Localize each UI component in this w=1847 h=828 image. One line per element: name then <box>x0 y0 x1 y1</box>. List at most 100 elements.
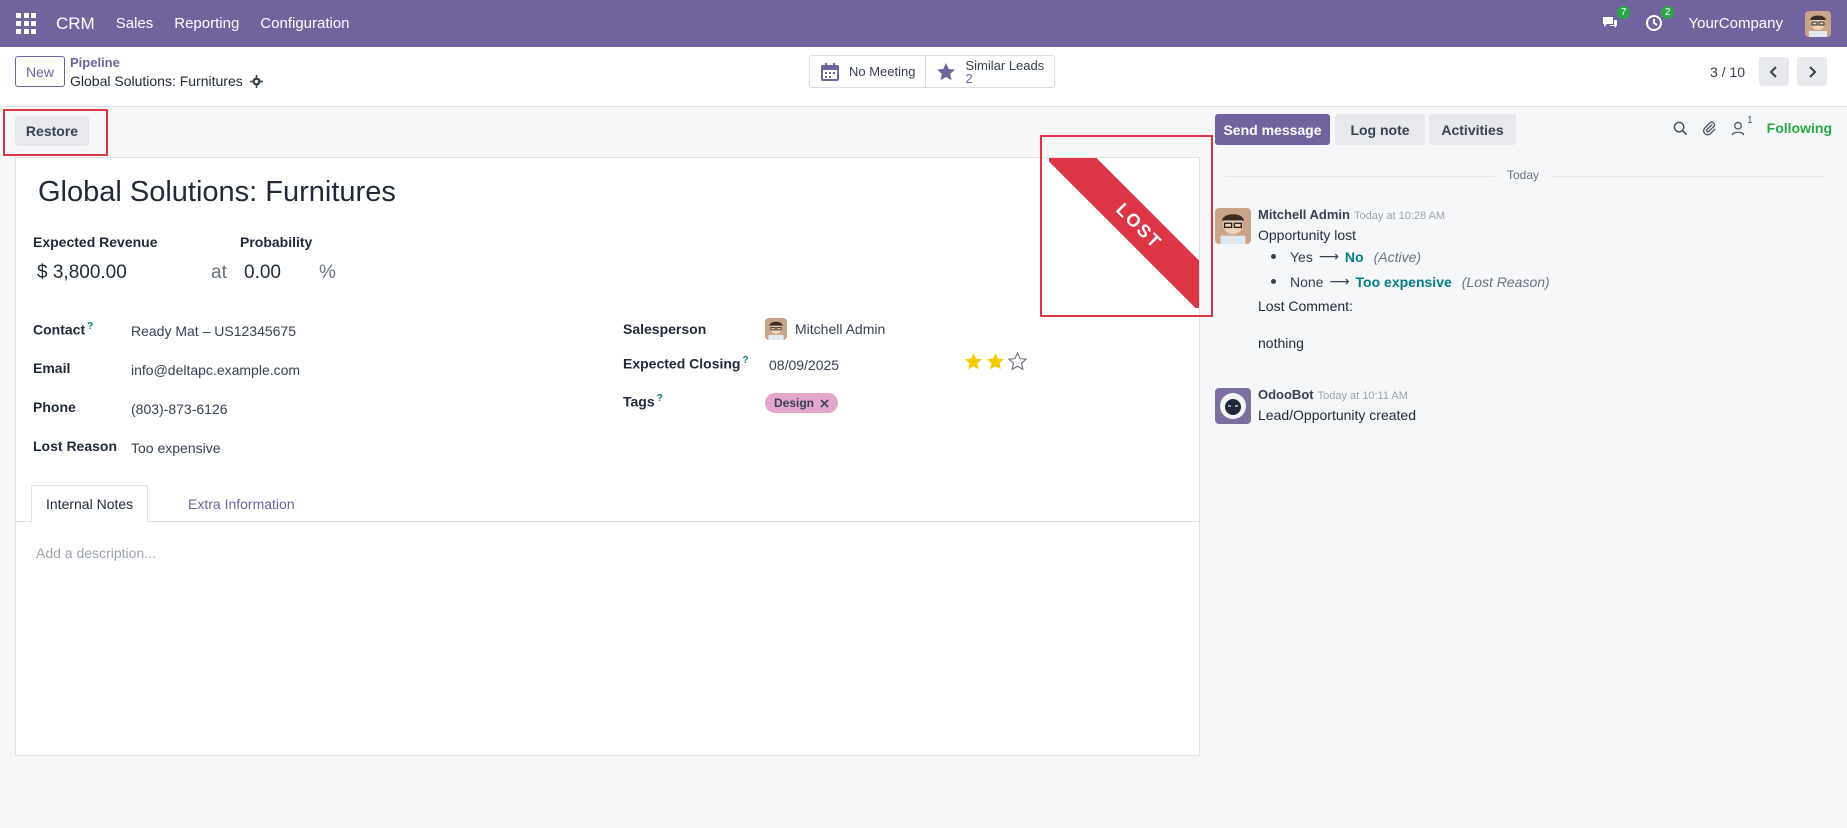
top-navbar: CRM Sales Reporting Configuration 7 2 Yo… <box>0 0 1847 47</box>
followers-count: 1 <box>1747 114 1753 126</box>
date-separator-label: Today <box>1495 168 1552 182</box>
app-name[interactable]: CRM <box>56 14 95 34</box>
probability-field[interactable]: 0.00 <box>244 262 281 284</box>
message-author: OdooBot Today at 10:11 AM <box>1258 387 1408 402</box>
search-icon[interactable] <box>1673 121 1688 136</box>
meeting-smart-button[interactable]: No Meeting <box>810 56 925 87</box>
ribbon-highlight-box <box>1040 135 1213 317</box>
expected-closing-label: Expected Closing? <box>623 355 749 372</box>
phone-label: Phone <box>33 399 76 415</box>
tracking-field: (Lost Reason) <box>1461 273 1550 290</box>
notebook-tabs: Internal Notes Extra Information <box>16 485 1199 523</box>
restore-highlight-box <box>3 109 108 156</box>
tracking-old: None <box>1290 273 1324 290</box>
salesperson-avatar <box>765 318 787 340</box>
activities-badge: 2 <box>1660 5 1675 19</box>
menu-configuration[interactable]: Configuration <box>260 15 349 32</box>
star-outline-icon[interactable] <box>1008 352 1027 371</box>
contact-field[interactable]: Ready Mat – US12345675 <box>131 323 296 339</box>
chevron-right-icon <box>1809 65 1817 78</box>
smart-buttons: No Meeting Similar Leads 2 <box>809 55 1056 88</box>
tab-internal-notes[interactable]: Internal Notes <box>31 485 149 523</box>
tag-label: Design <box>774 396 815 410</box>
lost-reason-field[interactable]: Too expensive <box>131 440 221 456</box>
tracking-field: (Active) <box>1373 248 1422 265</box>
message-body: Lead/Opportunity created <box>1258 407 1416 423</box>
paperclip-icon[interactable] <box>1702 120 1717 136</box>
tab-extra-information[interactable]: Extra Information <box>174 485 309 523</box>
apps-menu-icon[interactable] <box>16 12 38 35</box>
tracking-value-lost-reason: None ⟶ Too expensive (Lost Reason) <box>1271 273 1550 290</box>
menu-sales[interactable]: Sales <box>116 15 154 32</box>
activities-button[interactable]: Activities <box>1429 114 1516 145</box>
company-switcher[interactable]: YourCompany <box>1688 15 1783 32</box>
following-button[interactable]: Following <box>1767 120 1832 136</box>
lost-comment-label: Lost Comment: <box>1258 298 1353 314</box>
breadcrumb-current-label: Global Solutions: Furnitures <box>70 73 243 89</box>
breadcrumb-pipeline[interactable]: Pipeline <box>70 55 120 70</box>
at-label: at <box>211 262 227 283</box>
pager-next-button[interactable] <box>1797 57 1827 86</box>
tags-label: Tags? <box>623 393 663 410</box>
salesperson-label: Salesperson <box>623 321 707 337</box>
arrow-right-icon: ⟶ <box>1329 273 1350 289</box>
star-icon[interactable] <box>986 352 1005 371</box>
salesperson-field[interactable]: Mitchell Admin <box>765 318 885 340</box>
user-icon <box>1731 121 1745 135</box>
message-time: Today at 10:28 AM <box>1353 210 1446 222</box>
chevron-left-icon <box>1769 65 1777 78</box>
breadcrumb-current: Global Solutions: Furnitures <box>70 73 263 89</box>
menu-reporting[interactable]: Reporting <box>174 15 239 32</box>
similar-leads-label: Similar Leads <box>965 57 1045 73</box>
expected-closing-field[interactable]: 08/09/2025 <box>769 357 839 373</box>
chatter-tools: 1 Following <box>1673 115 1832 136</box>
priority-widget <box>964 352 1027 371</box>
author-name[interactable]: Mitchell Admin <box>1258 207 1350 222</box>
pager-value[interactable]: 3 / 10 <box>1710 64 1745 80</box>
log-note-button[interactable]: Log note <box>1335 114 1425 145</box>
description-input[interactable]: Add a description... <box>36 545 156 561</box>
meeting-label: No Meeting <box>849 64 916 79</box>
similar-leads-count: 2 <box>965 70 973 86</box>
tracking-value-active: Yes ⟶ No (Active) <box>1271 248 1421 265</box>
send-message-button[interactable]: Send message <box>1215 114 1330 145</box>
probability-label: Probability <box>240 234 313 250</box>
author-avatar[interactable] <box>1215 208 1251 244</box>
pager: 3 / 10 <box>1710 57 1827 86</box>
contact-label: Contact? <box>33 321 94 338</box>
star-icon[interactable] <box>964 352 983 371</box>
expected-revenue-field[interactable]: $ 3,800.00 <box>37 262 127 284</box>
control-panel: New Pipeline Global Solutions: Furniture… <box>0 47 1847 107</box>
activities-button[interactable]: 2 <box>1644 5 1675 35</box>
close-icon[interactable] <box>820 398 829 408</box>
new-button[interactable]: New <box>15 56 65 87</box>
similar-leads-smart-button[interactable]: Similar Leads 2 <box>925 56 1054 87</box>
gear-icon[interactable] <box>249 74 263 88</box>
lost-comment-text: nothing <box>1258 335 1304 351</box>
tag-chip[interactable]: Design <box>765 393 839 413</box>
messages-button[interactable]: 7 <box>1600 5 1631 35</box>
expected-revenue-label: Expected Revenue <box>33 234 158 250</box>
message-time: Today at 10:11 AM <box>1317 390 1408 402</box>
odoobot-avatar[interactable] <box>1215 388 1251 424</box>
messages-badge: 7 <box>1616 5 1631 19</box>
tracking-new: No <box>1344 248 1364 265</box>
tracking-new: Too expensive <box>1355 273 1452 290</box>
arrow-right-icon: ⟶ <box>1318 248 1339 264</box>
salesperson-name: Mitchell Admin <box>795 321 886 337</box>
author-name[interactable]: OdooBot <box>1258 387 1314 402</box>
form-sheet: LOST Global Solutions: Furnitures Expect… <box>15 157 1200 756</box>
email-label: Email <box>33 360 71 376</box>
message-author: Mitchell Admin Today at 10:28 AM <box>1258 207 1445 222</box>
chatter: Send message Log note Activities 1 Follo… <box>1215 107 1847 828</box>
lost-reason-label: Lost Reason <box>33 438 118 454</box>
phone-field[interactable]: (803)-873-6126 <box>131 401 228 417</box>
star-icon <box>937 62 956 80</box>
email-field[interactable]: info@deltapc.example.com <box>131 362 300 378</box>
message-body: Opportunity lost <box>1258 227 1357 243</box>
followers-button[interactable]: 1 <box>1731 115 1753 136</box>
tracking-old: Yes <box>1290 248 1313 265</box>
user-avatar[interactable] <box>1805 10 1831 37</box>
pager-previous-button[interactable] <box>1759 57 1789 86</box>
lead-title[interactable]: Global Solutions: Furnitures <box>38 176 396 209</box>
